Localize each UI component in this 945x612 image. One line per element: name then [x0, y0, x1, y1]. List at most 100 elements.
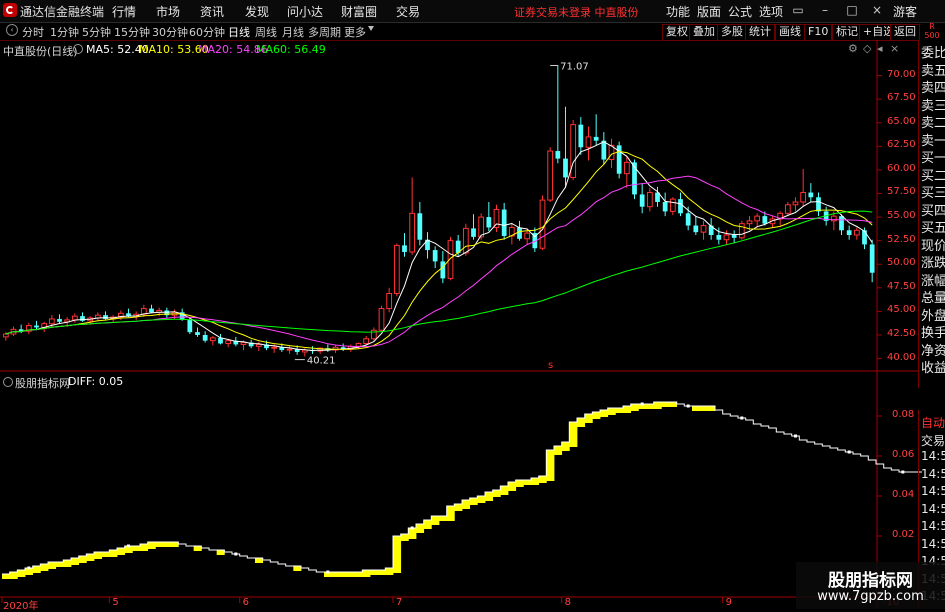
- panel-label-1: 交易: [921, 433, 945, 448]
- diff-bar: [492, 490, 501, 497]
- diff-bar: [546, 450, 555, 481]
- diff-bar: [94, 552, 103, 559]
- y-tick-label: 55.00: [887, 210, 916, 222]
- diff-bar: [400, 534, 409, 541]
- tick-time-7: 14:56: [921, 536, 945, 551]
- tick-time-5: 14:56: [921, 501, 945, 516]
- candle-body: [738, 223, 745, 239]
- diff-bar: [117, 548, 126, 555]
- price-chart[interactable]: 71.07 40.21 s: [0, 0, 945, 609]
- diff-bar: [707, 406, 716, 411]
- tick-time-6: 14:56: [921, 519, 945, 533]
- diff-bar: [600, 410, 609, 417]
- candle-body: [646, 192, 653, 208]
- quote-field-17: 净资: [921, 343, 945, 359]
- candle-body: [393, 244, 400, 294]
- diff-bar: [170, 542, 179, 547]
- candle-body: [255, 343, 262, 347]
- x-tick-label: 8: [564, 597, 572, 608]
- diff-bar: [508, 482, 517, 491]
- candle-body: [762, 216, 768, 224]
- diff-bar: [416, 524, 425, 533]
- diff-bar: [630, 404, 639, 411]
- candle-body: [149, 308, 154, 313]
- diff-bar: [9, 572, 18, 579]
- diff-marker: [127, 544, 130, 548]
- signal-marker: s: [548, 360, 553, 371]
- candle-body: [462, 227, 469, 254]
- diff-bar: [569, 422, 578, 447]
- candle-body: [471, 228, 476, 237]
- candle-body: [792, 201, 799, 206]
- quote-field-9: 买四: [921, 203, 945, 219]
- diff-bar: [692, 406, 701, 411]
- diff-bar: [523, 480, 532, 485]
- y-tick-label: 67.50: [887, 92, 916, 104]
- candle-body: [601, 140, 607, 160]
- y-tick-label: 70.00: [887, 68, 916, 80]
- candle-body: [693, 225, 699, 233]
- candle-body: [662, 201, 668, 212]
- diff-bar: [2, 574, 11, 579]
- candle-body: [440, 261, 446, 279]
- y-tick-label: 40.00: [887, 351, 916, 363]
- panel-label-0[interactable]: 自动: [921, 414, 945, 431]
- tick-time-4: 14:56: [921, 484, 945, 498]
- quote-field-5: 卖一: [921, 133, 945, 149]
- diff-bar: [17, 570, 26, 577]
- candle-body: [48, 318, 55, 325]
- candle-body: [563, 158, 568, 178]
- candle-body: [2, 333, 9, 338]
- watermark-title: 股朋指标网: [828, 571, 913, 591]
- quote-field-12: 涨跌: [921, 256, 945, 271]
- diff-bar: [347, 572, 356, 577]
- tick-time-3: 14:56: [921, 466, 945, 481]
- x-tick-label: 6: [242, 597, 250, 608]
- diff-marker: [27, 566, 31, 570]
- candle-body: [623, 161, 630, 175]
- diff-bar: [469, 498, 478, 505]
- y-tick-label: 60.00: [887, 162, 916, 174]
- diff-bar: [554, 446, 563, 455]
- diff-bar: [462, 500, 471, 509]
- candle-body: [524, 232, 531, 240]
- diff-bar: [255, 558, 264, 563]
- diff-bar: [408, 528, 417, 539]
- candle-body: [816, 197, 821, 212]
- diff-bar: [354, 572, 363, 577]
- y-tick-label: 50.00: [887, 257, 916, 269]
- candle-body: [271, 346, 278, 349]
- candle-body: [517, 227, 522, 239]
- candle-body: [808, 192, 814, 198]
- diff-bar: [423, 520, 432, 529]
- diff-marker: [640, 402, 644, 406]
- diff-marker: [847, 450, 851, 454]
- diff-bar: [646, 404, 655, 409]
- diff-bar: [623, 406, 632, 413]
- high-label: 71.07: [560, 61, 589, 72]
- candle-body: [202, 334, 208, 341]
- candle-body: [187, 319, 193, 333]
- candle-body: [700, 225, 707, 233]
- diff-bar: [78, 556, 87, 563]
- candle-body: [639, 194, 645, 207]
- candle-body: [862, 230, 867, 245]
- diff-bar: [607, 408, 616, 415]
- diff-marker: [410, 526, 414, 530]
- diff-bar: [561, 442, 570, 451]
- quote-field-13: 涨幅: [921, 273, 945, 289]
- y-tick-label: 57.50: [887, 186, 916, 198]
- diff-bar: [339, 572, 348, 577]
- diff-bar: [538, 476, 547, 483]
- watermark-url: www.7gpzb.com: [817, 589, 924, 604]
- y-tick-label: 42.50: [887, 327, 916, 339]
- diff-bar: [431, 516, 440, 525]
- diff-bar: [193, 546, 202, 551]
- sub-y-tick-label: 0.08: [892, 409, 915, 420]
- diff-bar: [515, 480, 524, 487]
- y-tick-label: 62.50: [887, 139, 916, 151]
- candle-body: [869, 244, 875, 273]
- candle-body: [501, 209, 507, 236]
- candle-body: [839, 216, 844, 231]
- quote-field-18: 收益: [921, 361, 945, 376]
